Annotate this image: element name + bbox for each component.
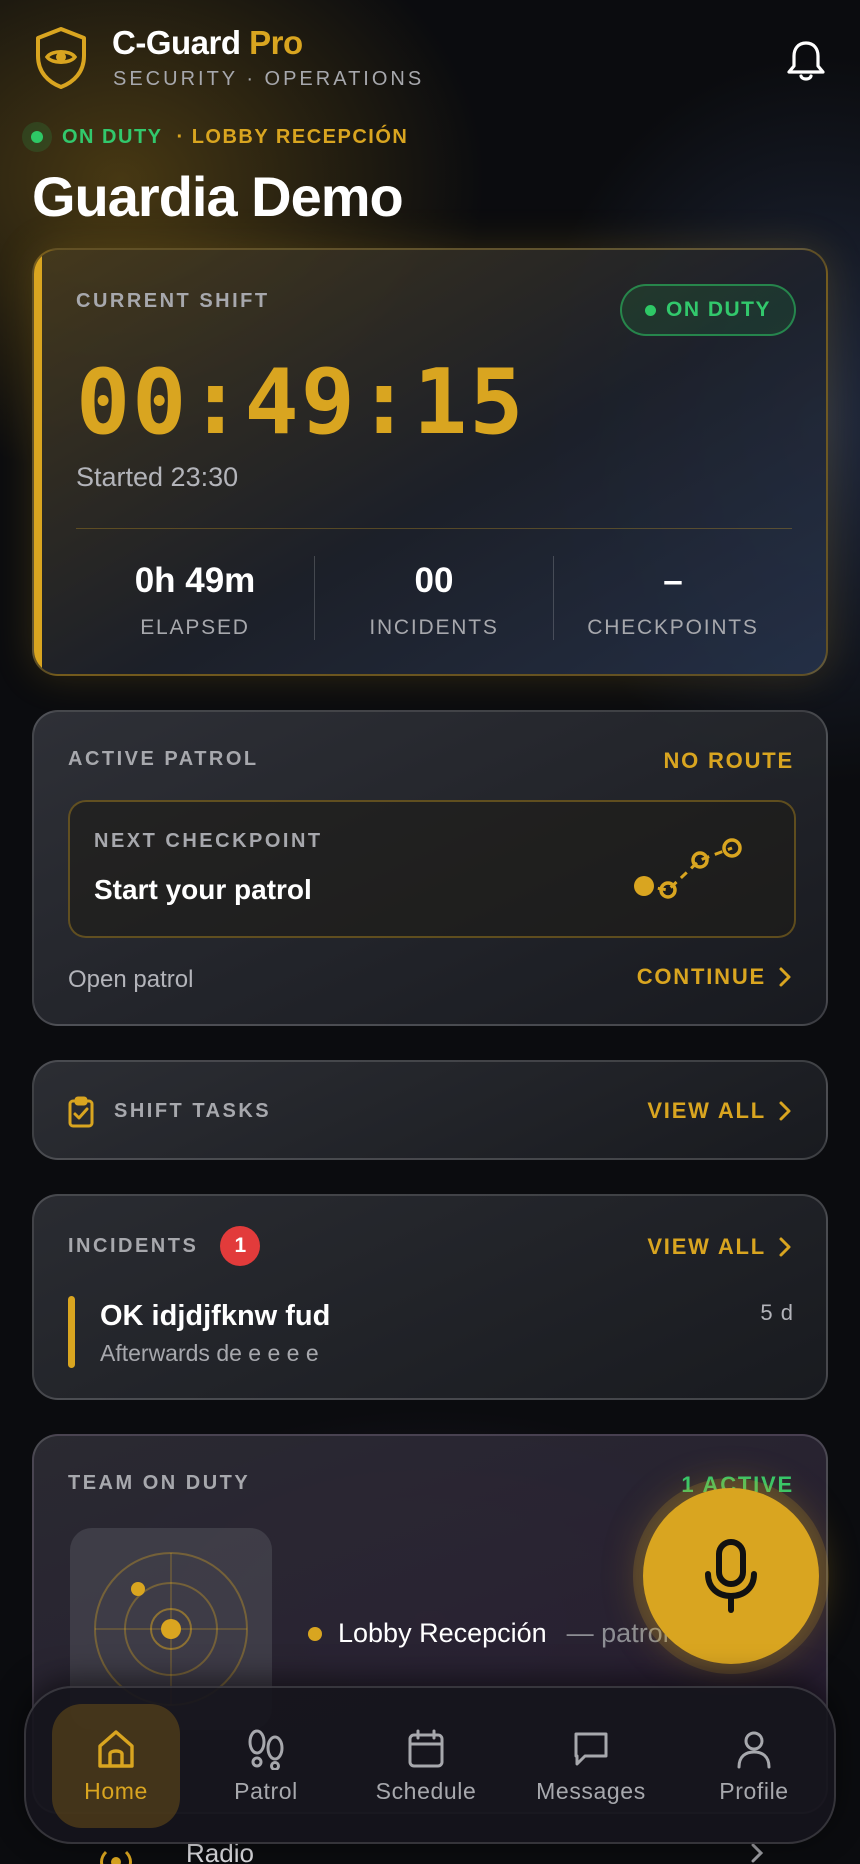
route-path-icon xyxy=(634,838,742,899)
home-icon xyxy=(98,1729,134,1768)
shift-divider xyxy=(76,528,792,529)
duty-status: ON DUTY xyxy=(62,125,163,148)
nav-patrol-label: Patrol xyxy=(234,1777,298,1804)
incidents-label: INCIDENTS xyxy=(68,1234,199,1257)
member-location: Lobby Recepción xyxy=(338,1618,547,1648)
stat-elapsed: 0h 49m ELAPSED xyxy=(76,556,314,640)
calendar-icon xyxy=(408,1729,444,1767)
incident-subtitle: Afterwards de e e e e xyxy=(100,1340,319,1366)
app-brand: C-Guard Pro xyxy=(112,24,303,62)
message-icon xyxy=(574,1732,608,1765)
on-duty-badge-label: ON DUTY xyxy=(666,298,771,321)
next-checkpoint-value: Start your patrol xyxy=(94,874,312,905)
incident-title: OK idjdjfknw fud xyxy=(100,1300,331,1332)
nav-profile-label: Profile xyxy=(719,1777,789,1804)
stat-elapsed-label: ELAPSED xyxy=(140,616,250,639)
status-dot xyxy=(22,122,52,152)
clipboard-check-icon xyxy=(68,1096,94,1128)
incidents-card: INCIDENTS 1 VIEW ALL OK idjdjfknw fud Af… xyxy=(32,1194,828,1400)
incidents-view-all-button[interactable]: VIEW ALL xyxy=(647,1234,792,1260)
stat-checkpoints-label: CHECKPOINTS xyxy=(587,616,759,639)
member-status: — patrol xyxy=(566,1618,669,1648)
tasks-view-all-button[interactable]: VIEW ALL xyxy=(647,1098,792,1124)
nav-messages-label: Messages xyxy=(536,1777,646,1804)
nav-schedule[interactable]: Schedule xyxy=(356,1704,496,1828)
voice-mic-button[interactable] xyxy=(643,1488,819,1664)
nav-messages[interactable]: Messages xyxy=(516,1704,666,1828)
route-status: NO ROUTE xyxy=(663,748,794,773)
duty-location: · LOBBY RECEPCIÓN xyxy=(176,125,409,148)
shield-eye-icon xyxy=(36,27,86,89)
duty-status-line: ON DUTY · LOBBY RECEPCIÓN xyxy=(22,122,408,152)
incident-age: 5 d xyxy=(760,1300,794,1325)
shift-stats: 0h 49m ELAPSED 00 INCIDENTS – CHECKPOINT… xyxy=(76,556,792,640)
app-subtitle: SECURITY · OPERATIONS xyxy=(113,68,425,90)
stat-incidents-value: 00 xyxy=(414,561,454,600)
brand-name: C-Guard xyxy=(112,24,241,61)
stat-incidents: 00 INCIDENTS xyxy=(314,556,553,640)
microphone-icon xyxy=(705,1539,757,1613)
chevron-right-icon xyxy=(779,1237,791,1257)
team-label: TEAM ON DUTY xyxy=(68,1472,251,1494)
tasks-view-all-label: VIEW ALL xyxy=(647,1098,766,1123)
shift-accent-bar xyxy=(34,250,42,674)
chevron-right-icon xyxy=(779,967,791,987)
team-member-row[interactable]: Lobby Recepción — patrol xyxy=(308,1618,669,1649)
shift-started: Started 23:30 xyxy=(76,462,239,492)
incidents-header: INCIDENTS 1 xyxy=(68,1226,261,1266)
nav-patrol[interactable]: Patrol xyxy=(202,1704,330,1828)
tasks-label: SHIFT TASKS xyxy=(114,1100,272,1122)
stat-elapsed-value: 0h 49m xyxy=(134,561,256,600)
patrol-label: ACTIVE PATROL xyxy=(68,748,259,770)
footsteps-icon xyxy=(248,1729,284,1770)
member-status-dot xyxy=(308,1626,322,1641)
active-patrol-card[interactable]: ACTIVE PATROL NO ROUTE NEXT CHECKPOINT S… xyxy=(32,710,828,1026)
chevron-right-icon xyxy=(751,1843,764,1863)
shift-timer: 00:49:15 xyxy=(76,350,526,455)
next-checkpoint-label: NEXT CHECKPOINT xyxy=(94,830,323,852)
incident-severity-bar xyxy=(68,1296,75,1368)
next-checkpoint-box[interactable]: NEXT CHECKPOINT Start your patrol xyxy=(68,800,796,938)
incidents-view-all-label: VIEW ALL xyxy=(647,1234,766,1259)
incidents-count-badge: 1 xyxy=(220,1226,261,1266)
brand-pro: Pro xyxy=(249,24,303,61)
nav-home-label: Home xyxy=(84,1777,148,1804)
nav-profile[interactable]: Profile xyxy=(690,1704,818,1828)
continue-label: CONTINUE xyxy=(636,964,766,989)
stat-incidents-label: INCIDENTS xyxy=(369,616,499,639)
bottom-nav: Home Patrol Schedule Messages Profile xyxy=(24,1686,836,1844)
open-patrol-link[interactable]: Open patrol xyxy=(68,966,193,994)
chevron-right-icon xyxy=(779,1101,791,1121)
stat-checkpoints: – CHECKPOINTS xyxy=(553,556,792,640)
nav-home[interactable]: Home xyxy=(52,1704,180,1828)
on-duty-badge: ON DUTY xyxy=(620,284,796,336)
current-shift-card: CURRENT SHIFT ON DUTY 00:49:15 Started 2… xyxy=(32,248,828,676)
stat-checkpoints-value: – xyxy=(663,561,683,600)
nav-schedule-label: Schedule xyxy=(375,1777,477,1804)
shift-label: CURRENT SHIFT xyxy=(76,290,270,312)
shift-tasks-card[interactable]: SHIFT TASKS VIEW ALL xyxy=(32,1060,828,1160)
continue-button[interactable]: CONTINUE xyxy=(637,964,792,990)
bell-icon[interactable] xyxy=(784,38,828,84)
person-icon xyxy=(737,1731,771,1768)
guard-name: Guardia Demo xyxy=(32,165,404,228)
